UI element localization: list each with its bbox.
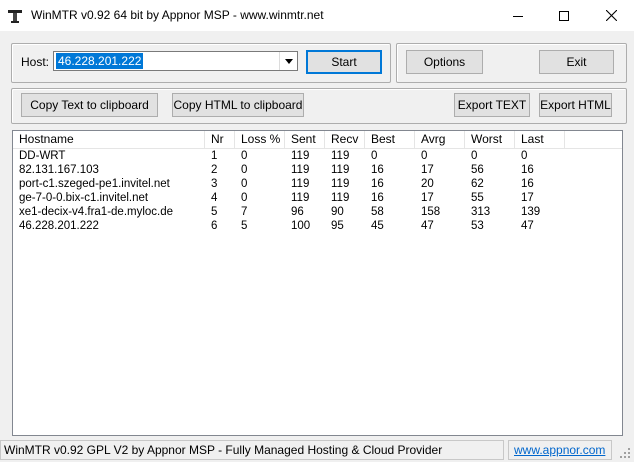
table-cell: 16 [371, 178, 384, 190]
table-cell: 55 [471, 192, 484, 204]
copy-text-button[interactable]: Copy Text to clipboard [21, 93, 158, 117]
column-header-loss[interactable]: Loss % [235, 131, 285, 148]
table-cell: 16 [371, 192, 384, 204]
column-header-hostname[interactable]: Hostname [13, 131, 205, 148]
table-cell: 0 [371, 150, 378, 162]
table-cell: 119 [291, 192, 310, 204]
table-cell: 119 [291, 150, 310, 162]
table-cell: DD-WRT [19, 150, 66, 162]
table-cell: 16 [371, 164, 384, 176]
table-cell: 2 [211, 164, 218, 176]
table-cell: 16 [521, 178, 534, 190]
table-cell: port-c1.szeged-pe1.invitel.net [19, 178, 170, 190]
start-button[interactable]: Start [306, 50, 382, 74]
exit-button[interactable]: Exit [539, 50, 614, 74]
resize-grip-icon[interactable] [618, 446, 632, 460]
table-cell: 313 [471, 206, 491, 218]
table-cell: 82.131.167.103 [19, 164, 99, 176]
table-cell: 58 [371, 206, 384, 218]
table-row[interactable]: xe1-decix-v4.fra1-de.myloc.de 5 7 96 90 58 158… [13, 205, 622, 219]
options-button[interactable]: Options [406, 50, 483, 74]
column-header-last[interactable]: Last [515, 131, 565, 148]
table-cell: 17 [521, 192, 534, 204]
status-text: WinMTR v0.92 GPL V2 by Appnor MSP - Full… [0, 440, 504, 460]
window-title: WinMTR v0.92 64 bit by Appnor MSP - www.… [31, 8, 324, 22]
table-cell: 90 [331, 206, 344, 218]
app-icon [8, 10, 22, 23]
table-cell: 0 [521, 150, 528, 162]
table-cell: 53 [471, 220, 484, 232]
table-cell: 17 [421, 192, 434, 204]
table-cell: 16 [521, 164, 534, 176]
host-input[interactable]: 46.228.201.222 [56, 53, 144, 69]
export-html-button[interactable]: Export HTML [539, 93, 612, 117]
table-cell: 17 [421, 164, 434, 176]
table-cell: 47 [421, 220, 434, 232]
results-list[interactable]: Hostname Nr Loss % Sent Recv Best Avrg Worst Las… [12, 130, 623, 436]
status-bar: WinMTR v0.92 GPL V2 by Appnor MSP - Full… [0, 436, 634, 462]
column-header-avrg[interactable]: Avrg [415, 131, 465, 148]
table-cell: 119 [291, 164, 310, 176]
table-row[interactable]: 46.228.201.222 6 5 100 95 45 47 53 47 [13, 219, 622, 233]
table-row[interactable]: 82.131.167.103 2 0 119 119 16 17 56 16 [13, 163, 622, 177]
table-cell: 5 [211, 206, 218, 218]
table-cell: 56 [471, 164, 484, 176]
host-dropdown-button[interactable] [279, 52, 297, 70]
minimize-icon [513, 15, 523, 17]
minimize-button[interactable] [495, 0, 541, 31]
copy-html-button[interactable]: Copy HTML to clipboard [172, 93, 304, 117]
table-cell: 100 [291, 220, 311, 232]
table-cell: 119 [331, 164, 350, 176]
column-header-sent[interactable]: Sent [285, 131, 325, 148]
table-cell: 0 [471, 150, 478, 162]
column-header-nr[interactable]: Nr [205, 131, 235, 148]
table-cell: 119 [331, 150, 350, 162]
table-row[interactable]: ge-7-0-0.bix-c1.invitel.net 4 0 119 119 16 17 5… [13, 191, 622, 205]
export-text-button[interactable]: Export TEXT [454, 93, 530, 117]
table-cell: 5 [241, 220, 248, 232]
table-cell: 1 [211, 150, 218, 162]
maximize-button[interactable] [541, 0, 587, 31]
table-cell: 119 [331, 192, 350, 204]
column-header-recv[interactable]: Recv [325, 131, 365, 148]
table-cell: 3 [211, 178, 218, 190]
table-cell: 0 [241, 150, 248, 162]
column-header-worst[interactable]: Worst [465, 131, 515, 148]
table-row[interactable]: port-c1.szeged-pe1.invitel.net 3 0 119 119 16… [13, 177, 622, 191]
table-cell: 46.228.201.222 [19, 220, 99, 232]
table-cell: 0 [421, 150, 428, 162]
table-cell: 20 [421, 178, 434, 190]
table-cell: 0 [241, 164, 248, 176]
close-button[interactable] [588, 0, 634, 31]
table-cell: 0 [241, 192, 248, 204]
chevron-down-icon [284, 58, 293, 64]
table-cell: 45 [371, 220, 384, 232]
table-cell: 62 [471, 178, 484, 190]
table-cell: 0 [241, 178, 248, 190]
table-cell: 96 [291, 206, 304, 218]
table-cell: 119 [331, 178, 350, 190]
table-cell: 158 [421, 206, 441, 218]
appnor-link[interactable]: www.appnor.com [508, 440, 612, 460]
table-cell: 95 [331, 220, 344, 232]
table-cell: 47 [521, 220, 534, 232]
title-bar: WinMTR v0.92 64 bit by Appnor MSP - www.… [0, 0, 634, 31]
table-cell: 6 [211, 220, 218, 232]
table-cell: 4 [211, 192, 218, 204]
table-cell: 139 [521, 206, 541, 218]
table-cell: xe1-decix-v4.fra1-de.myloc.de [19, 206, 174, 218]
table-row[interactable]: DD-WRT 1 0 119 119 0 0 0 0 [13, 149, 622, 163]
table-cell: 119 [291, 178, 310, 190]
table-cell: ge-7-0-0.bix-c1.invitel.net [19, 192, 149, 204]
host-combobox[interactable]: 46.228.201.222 [53, 51, 298, 71]
column-header-best[interactable]: Best [365, 131, 415, 148]
table-cell: 7 [241, 206, 248, 218]
maximize-icon [559, 10, 569, 21]
host-label: Host: [21, 55, 50, 69]
close-icon [605, 10, 617, 21]
